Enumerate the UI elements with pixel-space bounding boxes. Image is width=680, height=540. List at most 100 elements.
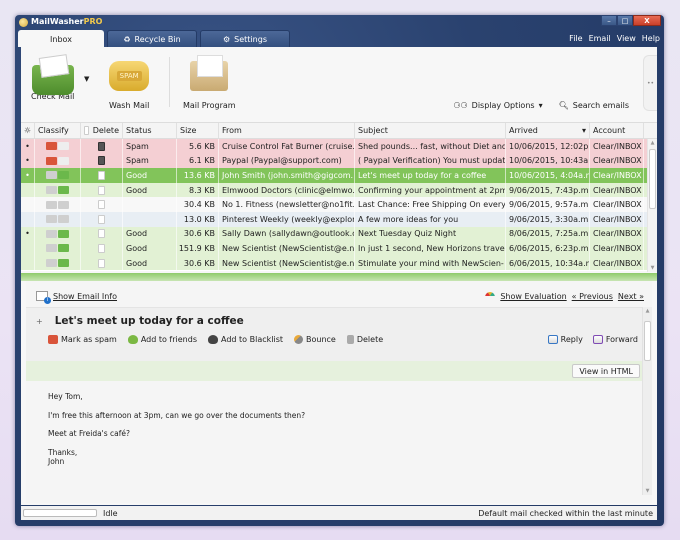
next-link[interactable]: Next » — [618, 292, 644, 301]
classify-toggle[interactable] — [35, 197, 81, 212]
tab-settings[interactable]: ⚙ Settings — [200, 30, 290, 47]
show-evaluation-link[interactable]: Show Evaluation — [500, 292, 566, 301]
tab-inbox[interactable]: Inbox — [18, 30, 104, 47]
minimize-button[interactable]: – — [601, 15, 617, 26]
forward-button[interactable]: Forward — [592, 335, 638, 344]
side-panel-handle[interactable]: •• — [643, 55, 657, 111]
menu-email[interactable]: Email — [589, 34, 611, 43]
menu-view[interactable]: View — [617, 34, 636, 43]
menu-file[interactable]: File — [569, 34, 582, 43]
email-list: ☼ Classify Delete Status Size From Subje… — [21, 122, 657, 272]
thumbs-down-icon[interactable] — [46, 186, 57, 195]
email-row[interactable]: • Good 30.6 KB Sally Dawn (sallydawn@outloo… — [21, 226, 657, 242]
mail-program-button[interactable]: Mail Program — [183, 55, 236, 110]
status-cell: Good — [123, 168, 177, 183]
delete-checkbox[interactable] — [81, 211, 123, 227]
show-email-info-link[interactable]: Show Email Info — [53, 292, 117, 301]
main-tabs: Inbox ♻ Recycle Bin ⚙ Settings — [18, 30, 290, 47]
view-in-html-button[interactable]: View in HTML — [572, 364, 640, 378]
email-row[interactable]: 13.0 KB Pinterest Weekly (weekly@explor..… — [21, 211, 657, 227]
delete-checkbox[interactable] — [81, 168, 123, 183]
bounce-button[interactable]: Bounce — [294, 335, 336, 344]
column-delete[interactable]: Delete — [81, 123, 123, 138]
thumbs-down-icon[interactable] — [46, 244, 57, 253]
thumbs-up-icon[interactable] — [58, 200, 69, 209]
delete-checkbox[interactable] — [81, 182, 123, 198]
account-cell: Clear/INBOX — [590, 139, 644, 154]
title-bar: MailWasherPRO – □ X — [15, 15, 664, 31]
thumbs-up-icon[interactable] — [58, 142, 69, 151]
delete-checkbox[interactable] — [81, 255, 123, 271]
column-size[interactable]: Size — [177, 123, 219, 138]
email-row[interactable]: Good 8.3 KB Elmwood Doctors (clinic@elmwo.… — [21, 182, 657, 198]
column-options-icon[interactable]: ☼ — [21, 123, 35, 138]
classify-toggle[interactable] — [35, 226, 81, 242]
thumbs-up-icon[interactable] — [58, 215, 69, 224]
search-emails-button[interactable]: 🔍︎ Search emails — [559, 101, 629, 110]
arrived-cell: 9/06/2015, 3:30a.m. — [506, 211, 590, 227]
delete-checkbox[interactable] — [81, 226, 123, 242]
size-cell: 6.1 KB — [177, 153, 219, 169]
column-classify[interactable]: Classify — [35, 123, 81, 138]
delete-button[interactable]: Delete — [346, 335, 383, 344]
delete-checkbox[interactable] — [81, 241, 123, 256]
email-row[interactable]: Good 151.9 KB New Scientist (NewScientist@… — [21, 241, 657, 256]
thumbs-down-icon[interactable] — [46, 142, 57, 151]
unread-dot — [21, 241, 35, 256]
expand-icon[interactable]: + — [36, 317, 43, 326]
close-button[interactable]: X — [633, 15, 661, 26]
check-mail-button[interactable]: Check Mail — [31, 57, 74, 101]
thumbs-up-icon[interactable] — [58, 259, 69, 268]
column-from[interactable]: From — [219, 123, 355, 138]
scrollbar-thumb[interactable] — [649, 149, 656, 209]
classify-toggle[interactable] — [35, 153, 81, 169]
delete-checkbox[interactable] — [81, 139, 123, 154]
classify-toggle[interactable] — [35, 168, 81, 183]
column-status[interactable]: Status — [123, 123, 177, 138]
tab-recycle-bin[interactable]: ♻ Recycle Bin — [107, 30, 197, 47]
scrollbar-thumb[interactable] — [644, 321, 651, 361]
email-row[interactable]: Good 30.6 KB New Scientist (NewScientist@e… — [21, 255, 657, 271]
reply-button[interactable]: Reply — [547, 335, 583, 344]
window-controls: – □ X — [601, 15, 661, 26]
thumbs-down-icon[interactable] — [46, 259, 57, 268]
splitter[interactable] — [21, 273, 657, 281]
classify-toggle[interactable] — [35, 211, 81, 227]
classify-toggle[interactable] — [35, 182, 81, 198]
mark-as-spam-button[interactable]: Mark as spam — [48, 335, 117, 344]
email-row[interactable]: • Spam 6.1 KB Paypal (Paypal@support.com)( … — [21, 153, 657, 169]
add-to-blacklist-button[interactable]: Add to Blacklist — [208, 335, 283, 344]
subject-cell: Let's meet up today for a coffee — [355, 168, 506, 183]
add-to-friends-button[interactable]: Add to friends — [127, 335, 197, 344]
column-account[interactable]: Account — [590, 123, 644, 138]
thumbs-up-icon[interactable] — [58, 171, 69, 180]
thumbs-up-icon[interactable] — [58, 244, 69, 253]
email-row[interactable]: 30.4 KB No 1. Fitness (newsletter@no1fit.… — [21, 197, 657, 212]
thumbs-up-icon[interactable] — [58, 156, 69, 165]
preview-scrollbar[interactable]: ▲ ▼ — [642, 307, 652, 495]
preview-header: + Let's meet up today for a coffee Mark … — [26, 307, 646, 361]
classify-toggle[interactable] — [35, 255, 81, 271]
column-subject[interactable]: Subject — [355, 123, 506, 138]
classify-toggle[interactable] — [35, 139, 81, 154]
thumbs-up-icon[interactable] — [58, 186, 69, 195]
thumbs-up-icon[interactable] — [58, 229, 69, 238]
thumbs-down-icon[interactable] — [46, 171, 57, 180]
thumbs-down-icon[interactable] — [46, 229, 57, 238]
delete-checkbox[interactable] — [81, 197, 123, 212]
thumbs-down-icon[interactable] — [46, 200, 57, 209]
delete-checkbox[interactable] — [81, 153, 123, 169]
thumbs-down-icon[interactable] — [46, 215, 57, 224]
classify-toggle[interactable] — [35, 241, 81, 256]
email-list-scrollbar[interactable]: ▲ ▼ — [647, 139, 657, 272]
wash-mail-button[interactable]: SPAM Wash Mail — [109, 57, 149, 110]
menu-help[interactable]: Help — [642, 34, 660, 43]
display-options-button[interactable]: ⚆⚆ Display Options ▾ — [453, 101, 542, 110]
thumbs-down-icon[interactable] — [46, 156, 57, 165]
column-arrived[interactable]: Arrived ▾ — [506, 123, 590, 138]
check-mail-dropdown[interactable]: ▼ — [84, 75, 89, 83]
email-row[interactable]: • Spam 5.6 KB Cruise Control Fat Burner (cr… — [21, 139, 657, 154]
email-row[interactable]: • Good 13.6 KB John Smith (john.smith@gigco… — [21, 168, 657, 183]
previous-link[interactable]: « Previous — [572, 292, 613, 301]
maximize-button[interactable]: □ — [617, 15, 633, 26]
